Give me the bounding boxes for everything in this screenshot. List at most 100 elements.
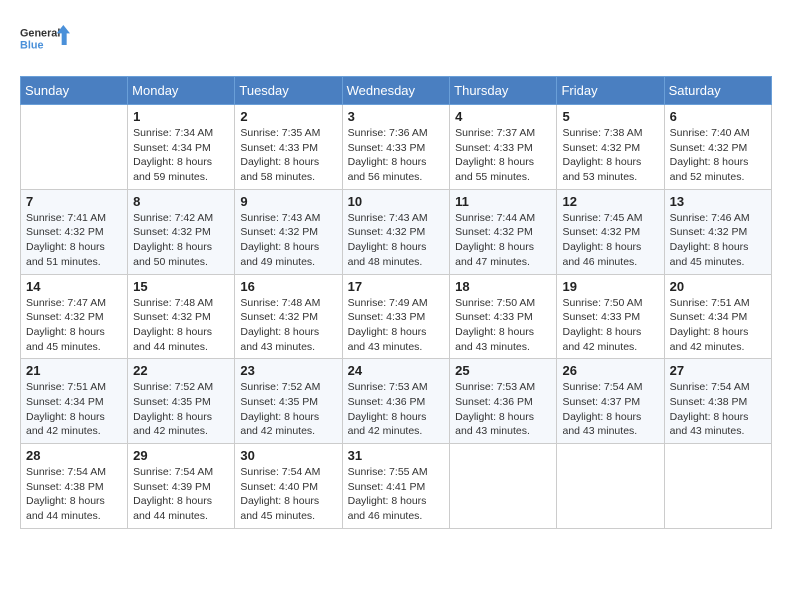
- day-info: Sunrise: 7:48 AMSunset: 4:32 PMDaylight:…: [240, 296, 336, 355]
- calendar-cell: 3 Sunrise: 7:36 AMSunset: 4:33 PMDaylight…: [342, 105, 450, 190]
- calendar-cell: 26 Sunrise: 7:54 AMSunset: 4:37 PMDayligh…: [557, 359, 664, 444]
- day-info: Sunrise: 7:53 AMSunset: 4:36 PMDaylight:…: [348, 380, 445, 439]
- calendar-cell: 1 Sunrise: 7:34 AMSunset: 4:34 PMDaylight…: [128, 105, 235, 190]
- calendar-cell: 12 Sunrise: 7:45 AMSunset: 4:32 PMDayligh…: [557, 189, 664, 274]
- day-info: Sunrise: 7:54 AMSunset: 4:37 PMDaylight:…: [562, 380, 658, 439]
- day-info: Sunrise: 7:51 AMSunset: 4:34 PMDaylight:…: [670, 296, 766, 355]
- calendar-cell: 15 Sunrise: 7:48 AMSunset: 4:32 PMDayligh…: [128, 274, 235, 359]
- day-number: 15: [133, 279, 229, 294]
- weekday-header-tuesday: Tuesday: [235, 77, 342, 105]
- day-number: 7: [26, 194, 122, 209]
- weekday-header-friday: Friday: [557, 77, 664, 105]
- calendar-cell: 4 Sunrise: 7:37 AMSunset: 4:33 PMDaylight…: [450, 105, 557, 190]
- day-number: 13: [670, 194, 766, 209]
- day-info: Sunrise: 7:51 AMSunset: 4:34 PMDaylight:…: [26, 380, 122, 439]
- day-info: Sunrise: 7:43 AMSunset: 4:32 PMDaylight:…: [240, 211, 336, 270]
- logo-svg: General Blue: [20, 20, 70, 60]
- calendar-cell: 27Sunrise: 7:54 AMSunset: 4:38 PMDayligh…: [664, 359, 771, 444]
- calendar-cell: 16Sunrise: 7:48 AMSunset: 4:32 PMDayligh…: [235, 274, 342, 359]
- day-number: 9: [240, 194, 336, 209]
- day-number: 29: [133, 448, 229, 463]
- day-info: Sunrise: 7:41 AMSunset: 4:32 PMDaylight:…: [26, 211, 122, 270]
- day-number: 22: [133, 363, 229, 378]
- calendar-cell: 29 Sunrise: 7:54 AMSunset: 4:39 PMDayligh…: [128, 444, 235, 529]
- calendar-cell: 23 Sunrise: 7:52 AMSunset: 4:35 PMDayligh…: [235, 359, 342, 444]
- calendar-cell: 10 Sunrise: 7:43 AMSunset: 4:32 PMDayligh…: [342, 189, 450, 274]
- day-info: Sunrise: 7:43 AMSunset: 4:32 PMDaylight:…: [348, 211, 445, 270]
- calendar-cell: 2Sunrise: 7:35 AMSunset: 4:33 PMDaylight…: [235, 105, 342, 190]
- day-info: Sunrise: 7:52 AMSunset: 4:35 PMDaylight:…: [240, 380, 336, 439]
- day-info: Sunrise: 7:44 AMSunset: 4:32 PMDaylight:…: [455, 211, 551, 270]
- calendar-cell: 6Sunrise: 7:40 AMSunset: 4:32 PMDaylight…: [664, 105, 771, 190]
- calendar-cell: 25Sunrise: 7:53 AMSunset: 4:36 PMDayligh…: [450, 359, 557, 444]
- calendar-cell: 31 Sunrise: 7:55 AMSunset: 4:41 PMDayligh…: [342, 444, 450, 529]
- day-info: Sunrise: 7:52 AMSunset: 4:35 PMDaylight:…: [133, 380, 229, 439]
- day-number: 1: [133, 109, 229, 124]
- calendar-cell: 8Sunrise: 7:42 AMSunset: 4:32 PMDaylight…: [128, 189, 235, 274]
- day-number: 4: [455, 109, 551, 124]
- day-info: Sunrise: 7:49 AMSunset: 4:33 PMDaylight:…: [348, 296, 445, 355]
- calendar-cell: 7 Sunrise: 7:41 AMSunset: 4:32 PMDaylight…: [21, 189, 128, 274]
- day-number: 25: [455, 363, 551, 378]
- day-number: 17: [348, 279, 445, 294]
- calendar-week-row: 14Sunrise: 7:47 AMSunset: 4:32 PMDayligh…: [21, 274, 772, 359]
- calendar-cell: 20 Sunrise: 7:51 AMSunset: 4:34 PMDayligh…: [664, 274, 771, 359]
- day-info: Sunrise: 7:40 AMSunset: 4:32 PMDaylight:…: [670, 126, 766, 185]
- day-info: Sunrise: 7:50 AMSunset: 4:33 PMDaylight:…: [455, 296, 551, 355]
- day-number: 28: [26, 448, 122, 463]
- day-number: 10: [348, 194, 445, 209]
- day-number: 30: [240, 448, 336, 463]
- svg-text:Blue: Blue: [20, 39, 43, 51]
- day-info: Sunrise: 7:36 AMSunset: 4:33 PMDaylight:…: [348, 126, 445, 185]
- weekday-header-saturday: Saturday: [664, 77, 771, 105]
- calendar-cell: [21, 105, 128, 190]
- day-info: Sunrise: 7:46 AMSunset: 4:32 PMDaylight:…: [670, 211, 766, 270]
- calendar-cell: 24 Sunrise: 7:53 AMSunset: 4:36 PMDayligh…: [342, 359, 450, 444]
- calendar-cell: 18Sunrise: 7:50 AMSunset: 4:33 PMDayligh…: [450, 274, 557, 359]
- day-info: Sunrise: 7:35 AMSunset: 4:33 PMDaylight:…: [240, 126, 336, 185]
- day-number: 19: [562, 279, 658, 294]
- calendar-week-row: 28 Sunrise: 7:54 AMSunset: 4:38 PMDayligh…: [21, 444, 772, 529]
- day-info: Sunrise: 7:38 AMSunset: 4:32 PMDaylight:…: [562, 126, 658, 185]
- day-number: 8: [133, 194, 229, 209]
- calendar-table: SundayMondayTuesdayWednesdayThursdayFrid…: [20, 76, 772, 529]
- logo: General Blue: [20, 20, 70, 60]
- calendar-cell: 5Sunrise: 7:38 AMSunset: 4:32 PMDaylight…: [557, 105, 664, 190]
- day-number: 11: [455, 194, 551, 209]
- day-number: 12: [562, 194, 658, 209]
- day-info: Sunrise: 7:34 AMSunset: 4:34 PMDaylight:…: [133, 126, 229, 185]
- calendar-cell: 22 Sunrise: 7:52 AMSunset: 4:35 PMDayligh…: [128, 359, 235, 444]
- calendar-cell: 14Sunrise: 7:47 AMSunset: 4:32 PMDayligh…: [21, 274, 128, 359]
- day-info: Sunrise: 7:50 AMSunset: 4:33 PMDaylight:…: [562, 296, 658, 355]
- day-number: 31: [348, 448, 445, 463]
- calendar-cell: 13 Sunrise: 7:46 AMSunset: 4:32 PMDayligh…: [664, 189, 771, 274]
- calendar-cell: 19 Sunrise: 7:50 AMSunset: 4:33 PMDayligh…: [557, 274, 664, 359]
- day-info: Sunrise: 7:48 AMSunset: 4:32 PMDaylight:…: [133, 296, 229, 355]
- day-number: 14: [26, 279, 122, 294]
- day-number: 20: [670, 279, 766, 294]
- calendar-cell: 28 Sunrise: 7:54 AMSunset: 4:38 PMDayligh…: [21, 444, 128, 529]
- weekday-header-wednesday: Wednesday: [342, 77, 450, 105]
- day-info: Sunrise: 7:54 AMSunset: 4:38 PMDaylight:…: [670, 380, 766, 439]
- day-number: 24: [348, 363, 445, 378]
- weekday-header-row: SundayMondayTuesdayWednesdayThursdayFrid…: [21, 77, 772, 105]
- day-info: Sunrise: 7:54 AMSunset: 4:40 PMDaylight:…: [240, 465, 336, 524]
- calendar-week-row: 7 Sunrise: 7:41 AMSunset: 4:32 PMDaylight…: [21, 189, 772, 274]
- day-info: Sunrise: 7:45 AMSunset: 4:32 PMDaylight:…: [562, 211, 658, 270]
- day-number: 23: [240, 363, 336, 378]
- day-number: 21: [26, 363, 122, 378]
- calendar-week-row: 21 Sunrise: 7:51 AMSunset: 4:34 PMDayligh…: [21, 359, 772, 444]
- svg-text:General: General: [20, 28, 60, 40]
- day-number: 26: [562, 363, 658, 378]
- day-info: Sunrise: 7:55 AMSunset: 4:41 PMDaylight:…: [348, 465, 445, 524]
- calendar-cell: 21 Sunrise: 7:51 AMSunset: 4:34 PMDayligh…: [21, 359, 128, 444]
- day-info: Sunrise: 7:54 AMSunset: 4:38 PMDaylight:…: [26, 465, 122, 524]
- weekday-header-sunday: Sunday: [21, 77, 128, 105]
- day-info: Sunrise: 7:37 AMSunset: 4:33 PMDaylight:…: [455, 126, 551, 185]
- day-number: 3: [348, 109, 445, 124]
- calendar-cell: 30 Sunrise: 7:54 AMSunset: 4:40 PMDayligh…: [235, 444, 342, 529]
- calendar-cell: 17 Sunrise: 7:49 AMSunset: 4:33 PMDayligh…: [342, 274, 450, 359]
- day-info: Sunrise: 7:54 AMSunset: 4:39 PMDaylight:…: [133, 465, 229, 524]
- calendar-cell: 9 Sunrise: 7:43 AMSunset: 4:32 PMDaylight…: [235, 189, 342, 274]
- weekday-header-thursday: Thursday: [450, 77, 557, 105]
